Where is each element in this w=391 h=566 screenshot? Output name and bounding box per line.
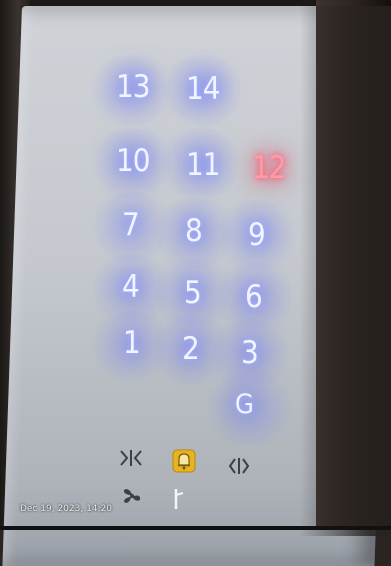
alarm-bell-icon[interactable]: [172, 449, 196, 473]
floor-button-7[interactable]: 7: [122, 210, 140, 241]
light-icon[interactable]: [172, 487, 186, 511]
panel-shadow: [300, 6, 391, 536]
floor-button-2[interactable]: 2: [182, 334, 200, 365]
floor-button-4[interactable]: 4: [122, 272, 140, 303]
floor-button-8[interactable]: 8: [185, 216, 203, 247]
floor-button-10[interactable]: 10: [116, 146, 150, 177]
photo-bottom-edge: [0, 526, 391, 530]
floor-button-1[interactable]: 1: [123, 328, 141, 359]
floor-button-13[interactable]: 13: [116, 72, 150, 103]
floor-button-6[interactable]: 6: [245, 282, 263, 313]
floor-button-3[interactable]: 3: [241, 338, 259, 369]
open-door-icon[interactable]: [228, 456, 250, 476]
fan-icon[interactable]: [120, 485, 144, 507]
close-door-icon[interactable]: [119, 448, 143, 468]
floor-button-ground[interactable]: G: [235, 391, 254, 418]
floor-button-12[interactable]: 12: [252, 153, 286, 184]
floor-button-11[interactable]: 11: [186, 150, 220, 181]
floor-button-5[interactable]: 5: [184, 278, 202, 309]
floor-button-14[interactable]: 14: [186, 74, 220, 105]
floor-button-9[interactable]: 9: [248, 220, 266, 251]
photo-timestamp: Dec 19, 2023, 14:20: [20, 504, 113, 514]
